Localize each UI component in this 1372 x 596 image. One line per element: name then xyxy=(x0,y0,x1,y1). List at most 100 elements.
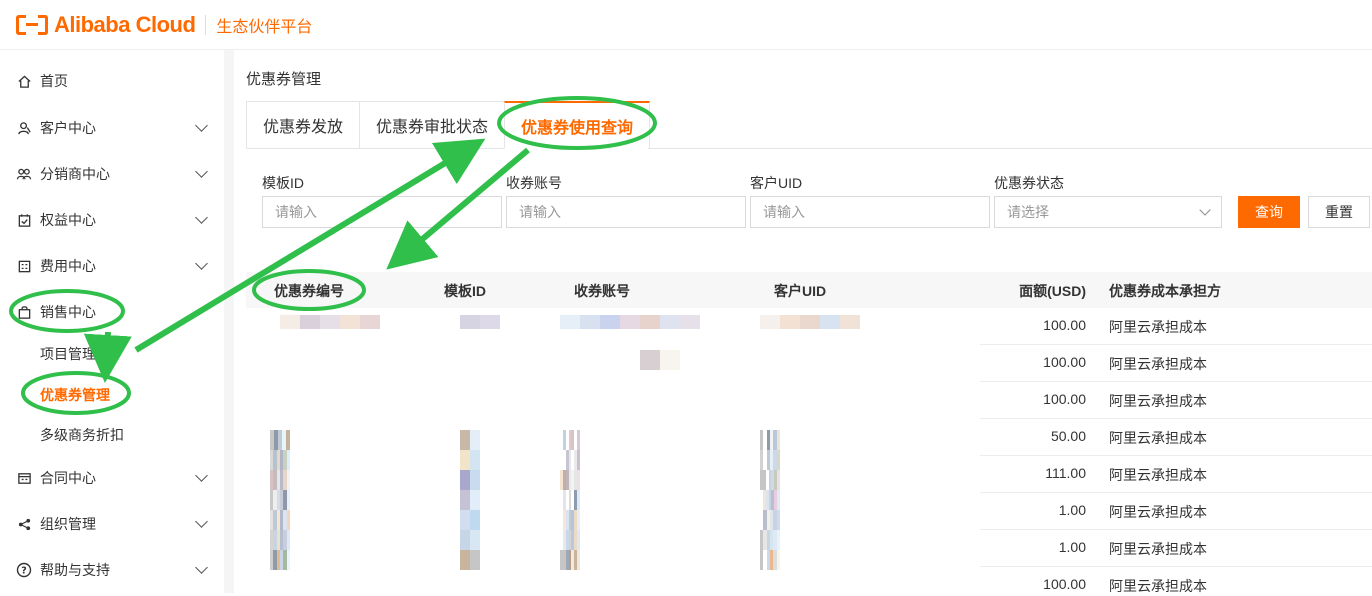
sidebar-item-label: 费用中心 xyxy=(40,258,96,274)
redacted-mosaic xyxy=(760,430,781,570)
column-header-cost-bearer: 优惠券成本承担方 xyxy=(1109,283,1221,299)
sidebar-subitem-coupon[interactable]: 优惠券管理 xyxy=(40,385,110,405)
customer-icon xyxy=(16,120,32,136)
redacted-mosaic xyxy=(760,315,860,329)
tab-coupon-usage-query[interactable]: 优惠券使用查询 xyxy=(504,101,651,149)
redacted-mosaic xyxy=(560,315,700,329)
row-divider xyxy=(980,566,1372,567)
tab-bar: 优惠券发放 优惠券审批状态 优惠券使用查询 xyxy=(246,101,651,149)
sidebar-item-help[interactable]: ? 帮助与支持 xyxy=(0,550,224,590)
customer-uid-input[interactable] xyxy=(750,196,990,228)
sidebar-item-distributor[interactable]: 分销商中心 xyxy=(0,154,224,194)
redacted-mosaic xyxy=(640,350,680,370)
sidebar-item-organization[interactable]: 组织管理 xyxy=(0,504,224,544)
sidebar-item-label: 首页 xyxy=(40,73,68,89)
cost-bearer-cell: 阿里云承担成本 xyxy=(1109,578,1207,594)
cost-bearer-cell: 阿里云承担成本 xyxy=(1109,541,1207,557)
amount-cell: 100.00 xyxy=(1043,354,1086,370)
benefit-icon xyxy=(16,212,32,228)
top-bar: Alibaba Cloud 生态伙伴平台 xyxy=(0,0,1372,50)
row-divider xyxy=(980,381,1372,382)
team-icon xyxy=(16,166,32,182)
column-header-amount: 面额(USD) xyxy=(1019,283,1086,299)
sidebar-subitem-project[interactable]: 项目管理 xyxy=(40,344,96,364)
cost-bearer-cell: 阿里云承担成本 xyxy=(1109,430,1207,446)
main-content: 优惠券管理 优惠券发放 优惠券审批状态 优惠券使用查询 模板ID 收券账号 客户… xyxy=(234,50,1372,594)
coupon-status-select[interactable]: 请选择 xyxy=(994,196,1222,228)
select-placeholder: 请选择 xyxy=(1007,204,1049,220)
cost-bearer-cell: 阿里云承担成本 xyxy=(1109,504,1207,520)
sidebar-item-customer[interactable]: 客户中心 xyxy=(0,108,224,148)
row-divider xyxy=(980,344,1372,345)
share-icon xyxy=(16,516,32,532)
sidebar-item-home[interactable]: 首页 xyxy=(0,61,224,101)
cost-bearer-cell: 阿里云承担成本 xyxy=(1109,393,1207,409)
redacted-mosaic xyxy=(270,430,290,570)
sidebar-item-billing[interactable]: 费用中心 xyxy=(0,246,224,286)
column-header-receive-account: 收券账号 xyxy=(574,283,630,299)
cost-bearer-cell: 阿里云承担成本 xyxy=(1109,356,1207,372)
customer-uid-label: 客户UID xyxy=(750,175,803,191)
sidebar-item-label: 组织管理 xyxy=(40,516,96,532)
redacted-mosaic xyxy=(280,315,380,329)
sidebar-item-label: 合同中心 xyxy=(40,470,96,486)
sidebar-item-label: 分销商中心 xyxy=(40,166,110,182)
row-divider xyxy=(980,492,1372,493)
chevron-down-icon xyxy=(195,119,208,132)
chevron-down-icon xyxy=(1199,204,1211,216)
sidebar-item-label: 销售中心 xyxy=(40,304,96,320)
chevron-down-icon xyxy=(195,515,208,528)
tab-divider xyxy=(648,148,1372,149)
template-id-label: 模板ID xyxy=(262,175,304,191)
amount-cell: 1.00 xyxy=(1058,539,1086,555)
receive-account-label: 收券账号 xyxy=(506,175,562,191)
row-divider xyxy=(980,529,1372,530)
sidebar-item-sales[interactable]: 销售中心 xyxy=(0,292,224,332)
sidebar-item-label: 客户中心 xyxy=(40,120,96,136)
sidebar-item-label: 帮助与支持 xyxy=(40,562,110,578)
sidebar-item-contract[interactable]: 合同中心 xyxy=(0,458,224,498)
column-header-coupon-id: 优惠券编号 xyxy=(274,283,344,299)
home-icon xyxy=(16,73,32,89)
page-title: 优惠券管理 xyxy=(246,71,322,88)
amount-cell: 111.00 xyxy=(1045,465,1086,481)
sidebar-gutter xyxy=(224,50,234,593)
chevron-down-icon xyxy=(195,165,208,178)
row-divider xyxy=(980,418,1372,419)
column-header-template-id: 模板ID xyxy=(444,283,486,299)
sidebar-item-benefit[interactable]: 权益中心 xyxy=(0,200,224,240)
tab-coupon-issue[interactable]: 优惠券发放 xyxy=(246,101,360,149)
template-id-input[interactable] xyxy=(262,196,502,228)
svg-text:?: ? xyxy=(21,566,27,577)
receive-account-input[interactable] xyxy=(506,196,746,228)
redacted-mosaic xyxy=(460,430,480,570)
redacted-mosaic xyxy=(560,430,581,570)
amount-cell: 1.00 xyxy=(1058,502,1086,518)
cost-bearer-cell: 阿里云承担成本 xyxy=(1109,319,1207,335)
billing-icon xyxy=(16,258,32,274)
bag-icon xyxy=(16,304,32,320)
brand-name[interactable]: Alibaba Cloud xyxy=(54,12,196,38)
sidebar-subitem-discount[interactable]: 多级商务折扣 xyxy=(40,425,124,445)
brand-divider xyxy=(205,14,207,35)
amount-cell: 100.00 xyxy=(1043,576,1086,592)
chevron-down-icon xyxy=(195,469,208,482)
cost-bearer-cell: 阿里云承担成本 xyxy=(1109,467,1207,483)
sidebar-item-label: 权益中心 xyxy=(40,212,96,228)
tab-coupon-approval[interactable]: 优惠券审批状态 xyxy=(359,101,505,149)
chevron-down-icon xyxy=(195,561,208,574)
chevron-down-icon xyxy=(195,211,208,224)
coupon-status-label: 优惠券状态 xyxy=(994,175,1064,191)
row-divider xyxy=(980,455,1372,456)
amount-cell: 100.00 xyxy=(1043,391,1086,407)
sidebar: 首页 客户中心 分销商中心 权益中心 费用中心 销售中心 项目管理 优惠券管理 … xyxy=(0,50,224,593)
query-button[interactable]: 查询 xyxy=(1238,196,1300,228)
alibaba-cloud-logo-icon[interactable] xyxy=(16,14,48,35)
amount-cell: 100.00 xyxy=(1043,317,1086,333)
help-icon: ? xyxy=(16,562,32,578)
chevron-down-icon xyxy=(195,257,208,270)
contract-icon xyxy=(16,470,32,486)
redacted-mosaic xyxy=(460,315,500,329)
column-header-customer-uid: 客户UID xyxy=(774,283,827,299)
reset-button[interactable]: 重置 xyxy=(1308,196,1370,228)
